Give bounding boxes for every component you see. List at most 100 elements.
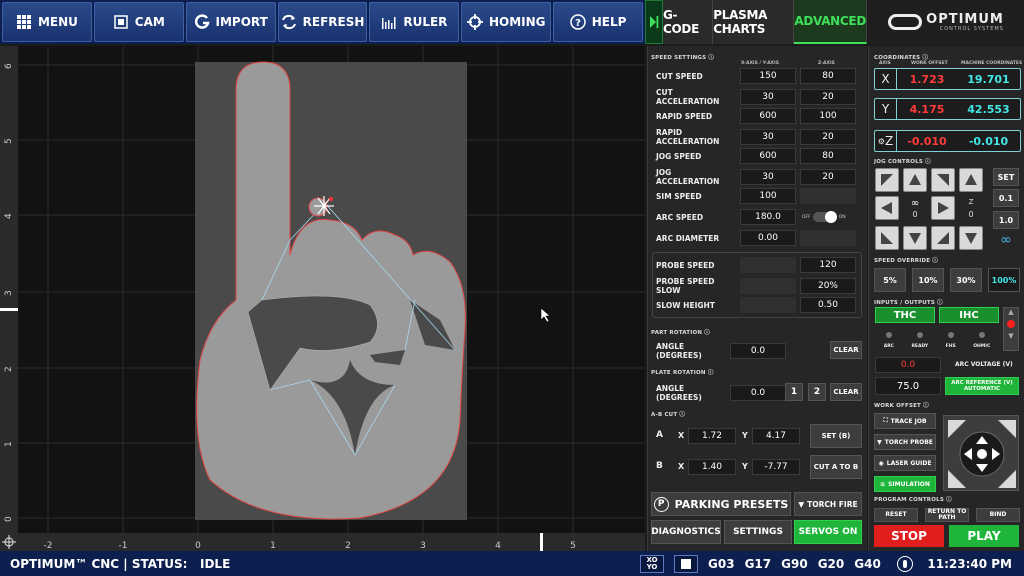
- rapid-accel-xy-field[interactable]: 30: [740, 129, 796, 145]
- tab-advanced[interactable]: ADVANCED: [794, 0, 867, 44]
- cut-speed-xy-field[interactable]: 150: [740, 68, 796, 84]
- connection-icon[interactable]: [896, 555, 913, 572]
- torch-probe-button[interactable]: ▼ TORCH PROBE: [874, 434, 936, 450]
- xo-yo-button[interactable]: XO YO: [640, 554, 664, 573]
- thc-button[interactable]: THC: [875, 307, 935, 323]
- cam-button[interactable]: CAM: [93, 2, 184, 42]
- plate-rotation-clear-button[interactable]: CLEAR: [830, 383, 862, 401]
- jog-controls-title: JOG CONTROLS ⓘ: [874, 159, 931, 165]
- work-offset-dpad[interactable]: [943, 415, 1019, 491]
- plate-point-2-button[interactable]: 2: [808, 383, 826, 401]
- jog-down-left-button[interactable]: [875, 226, 899, 250]
- arc-speed-field[interactable]: 180.0: [740, 209, 796, 225]
- jog-speed-xy-field[interactable]: 600: [740, 148, 796, 164]
- coord-row-x[interactable]: X 1.723 19.701: [874, 68, 1021, 90]
- arc-diameter-field[interactable]: 0.00: [740, 230, 796, 246]
- rapid-accel-z-field[interactable]: 20: [800, 129, 856, 145]
- return-to-path-button[interactable]: RETURN TO PATH: [925, 508, 969, 522]
- cut-accel-z-field[interactable]: 20: [800, 89, 856, 105]
- help-button[interactable]: ? HELP: [553, 2, 644, 42]
- stop-button[interactable]: STOP: [874, 525, 944, 547]
- probe-speed-field[interactable]: 120: [800, 257, 856, 273]
- settings-button[interactable]: SETTINGS: [724, 520, 792, 544]
- jog-set-button[interactable]: SET: [993, 168, 1019, 186]
- jog-left-button[interactable]: [875, 196, 899, 220]
- cut-accel-xy-field[interactable]: 30: [740, 89, 796, 105]
- parking-presets-button[interactable]: P PARKING PRESETS: [651, 492, 791, 516]
- ruler-button[interactable]: RULER: [369, 2, 460, 42]
- cut-speed-z-field[interactable]: 80: [800, 68, 856, 84]
- collapse-panel-button[interactable]: [645, 0, 663, 44]
- laser-guide-button[interactable]: ◉ LASER GUIDE: [874, 455, 936, 471]
- override-10-button[interactable]: 10%: [912, 268, 944, 292]
- diagnostics-button[interactable]: DIAGNOSTICS: [651, 520, 721, 544]
- torch-fire-button[interactable]: ▼ TORCH FIRE: [794, 492, 862, 516]
- sim-speed-field[interactable]: 100: [740, 188, 796, 204]
- bx-label: X: [678, 462, 685, 471]
- jog-up-left-button[interactable]: [875, 168, 899, 192]
- jog-speed-z-field[interactable]: 80: [800, 148, 856, 164]
- logo-mark: [888, 14, 923, 30]
- tab-gcode[interactable]: G-CODE: [663, 0, 714, 44]
- origin-crosshair-icon[interactable]: [2, 535, 16, 549]
- jog-z-down-button[interactable]: [959, 226, 983, 250]
- jog-down-button[interactable]: [903, 226, 927, 250]
- jog-accel-z-field[interactable]: 20: [800, 169, 856, 185]
- servos-on-button[interactable]: SERVOS ON: [794, 520, 862, 544]
- bind-button[interactable]: BIND: [976, 508, 1020, 522]
- override-5-button[interactable]: 5%: [874, 268, 906, 292]
- z-step-value: 0: [968, 210, 974, 219]
- arc-speed-toggle[interactable]: OFF ON: [802, 211, 846, 223]
- probe-speed-slow-field[interactable]: 20%: [800, 278, 856, 294]
- plate-angle-field[interactable]: 0.0: [730, 385, 786, 401]
- toggle-track[interactable]: [812, 211, 837, 223]
- jog-step-01-button[interactable]: 0.1: [993, 189, 1019, 207]
- coord-row-z[interactable]: ⚙ Z -0.010 -0.010: [874, 130, 1021, 152]
- point-b-y-field[interactable]: -7.77: [752, 459, 800, 475]
- simulation-button[interactable]: ≋ SIMULATION: [874, 476, 936, 492]
- menu-button[interactable]: MENU: [2, 2, 92, 42]
- rapid-speed-xy-field[interactable]: 600: [740, 108, 796, 124]
- jog-right-button[interactable]: [931, 196, 955, 220]
- point-a-x-field[interactable]: 1.72: [688, 428, 736, 444]
- jog-step-10-button[interactable]: 1.0: [993, 211, 1019, 229]
- z-step-label: Z: [968, 198, 974, 206]
- refresh-button[interactable]: REFRESH: [277, 2, 368, 42]
- plate-point-1-button[interactable]: 1: [785, 383, 803, 401]
- jog-up-button[interactable]: [903, 168, 927, 192]
- override-30-button[interactable]: 30%: [950, 268, 982, 292]
- arrow-right-icon: [938, 202, 949, 214]
- chevron-down-icon[interactable]: ▼: [1004, 332, 1018, 340]
- reset-button[interactable]: RESET: [874, 508, 918, 522]
- arc-reference-mode-button[interactable]: ARC REFERENCE (V) AUTOMATIC: [945, 377, 1019, 395]
- info-icon[interactable]: ⓘ: [708, 55, 714, 61]
- tab-plasma-charts[interactable]: PLASMA CHARTS: [713, 0, 795, 44]
- ihc-button[interactable]: IHC: [939, 307, 999, 323]
- import-button[interactable]: IMPORT: [185, 2, 276, 42]
- stop-square-button[interactable]: [674, 554, 698, 573]
- jog-up-right-button[interactable]: [931, 168, 955, 192]
- set-b-button[interactable]: SET (B): [810, 424, 862, 448]
- jog-continuous-button[interactable]: ∞: [993, 232, 1019, 250]
- point-b-x-field[interactable]: 1.40: [688, 459, 736, 475]
- override-100-button[interactable]: 100%: [988, 268, 1020, 292]
- part-angle-field[interactable]: 0.0: [730, 343, 786, 359]
- jog-down-right-button[interactable]: [931, 226, 955, 250]
- speed-row: JOG ACCELERATION 30 20: [656, 168, 856, 186]
- trace-job-button[interactable]: ⛶ TRACE JOB: [874, 413, 936, 429]
- jog-accel-xy-field[interactable]: 30: [740, 169, 796, 185]
- io-scroll[interactable]: ▲ ▼: [1003, 307, 1019, 351]
- play-button[interactable]: PLAY: [949, 525, 1019, 547]
- part-rotation-clear-button[interactable]: CLEAR: [830, 341, 862, 359]
- slow-height-field[interactable]: 0.50: [800, 297, 856, 313]
- arc-reference-field[interactable]: 75.0: [875, 377, 941, 395]
- toolpath-canvas[interactable]: [0, 46, 645, 551]
- rapid-speed-z-field[interactable]: 100: [800, 108, 856, 124]
- cut-a-to-b-button[interactable]: CUT A TO B: [810, 455, 862, 479]
- chevron-up-icon[interactable]: ▲: [1004, 308, 1018, 316]
- jog-z-up-button[interactable]: [959, 168, 983, 192]
- homing-button[interactable]: HOMING: [461, 2, 552, 42]
- laser-icon: ◉: [878, 459, 884, 467]
- point-a-y-field[interactable]: 4.17: [752, 428, 800, 444]
- coord-row-y[interactable]: Y 4.175 42.553: [874, 98, 1021, 120]
